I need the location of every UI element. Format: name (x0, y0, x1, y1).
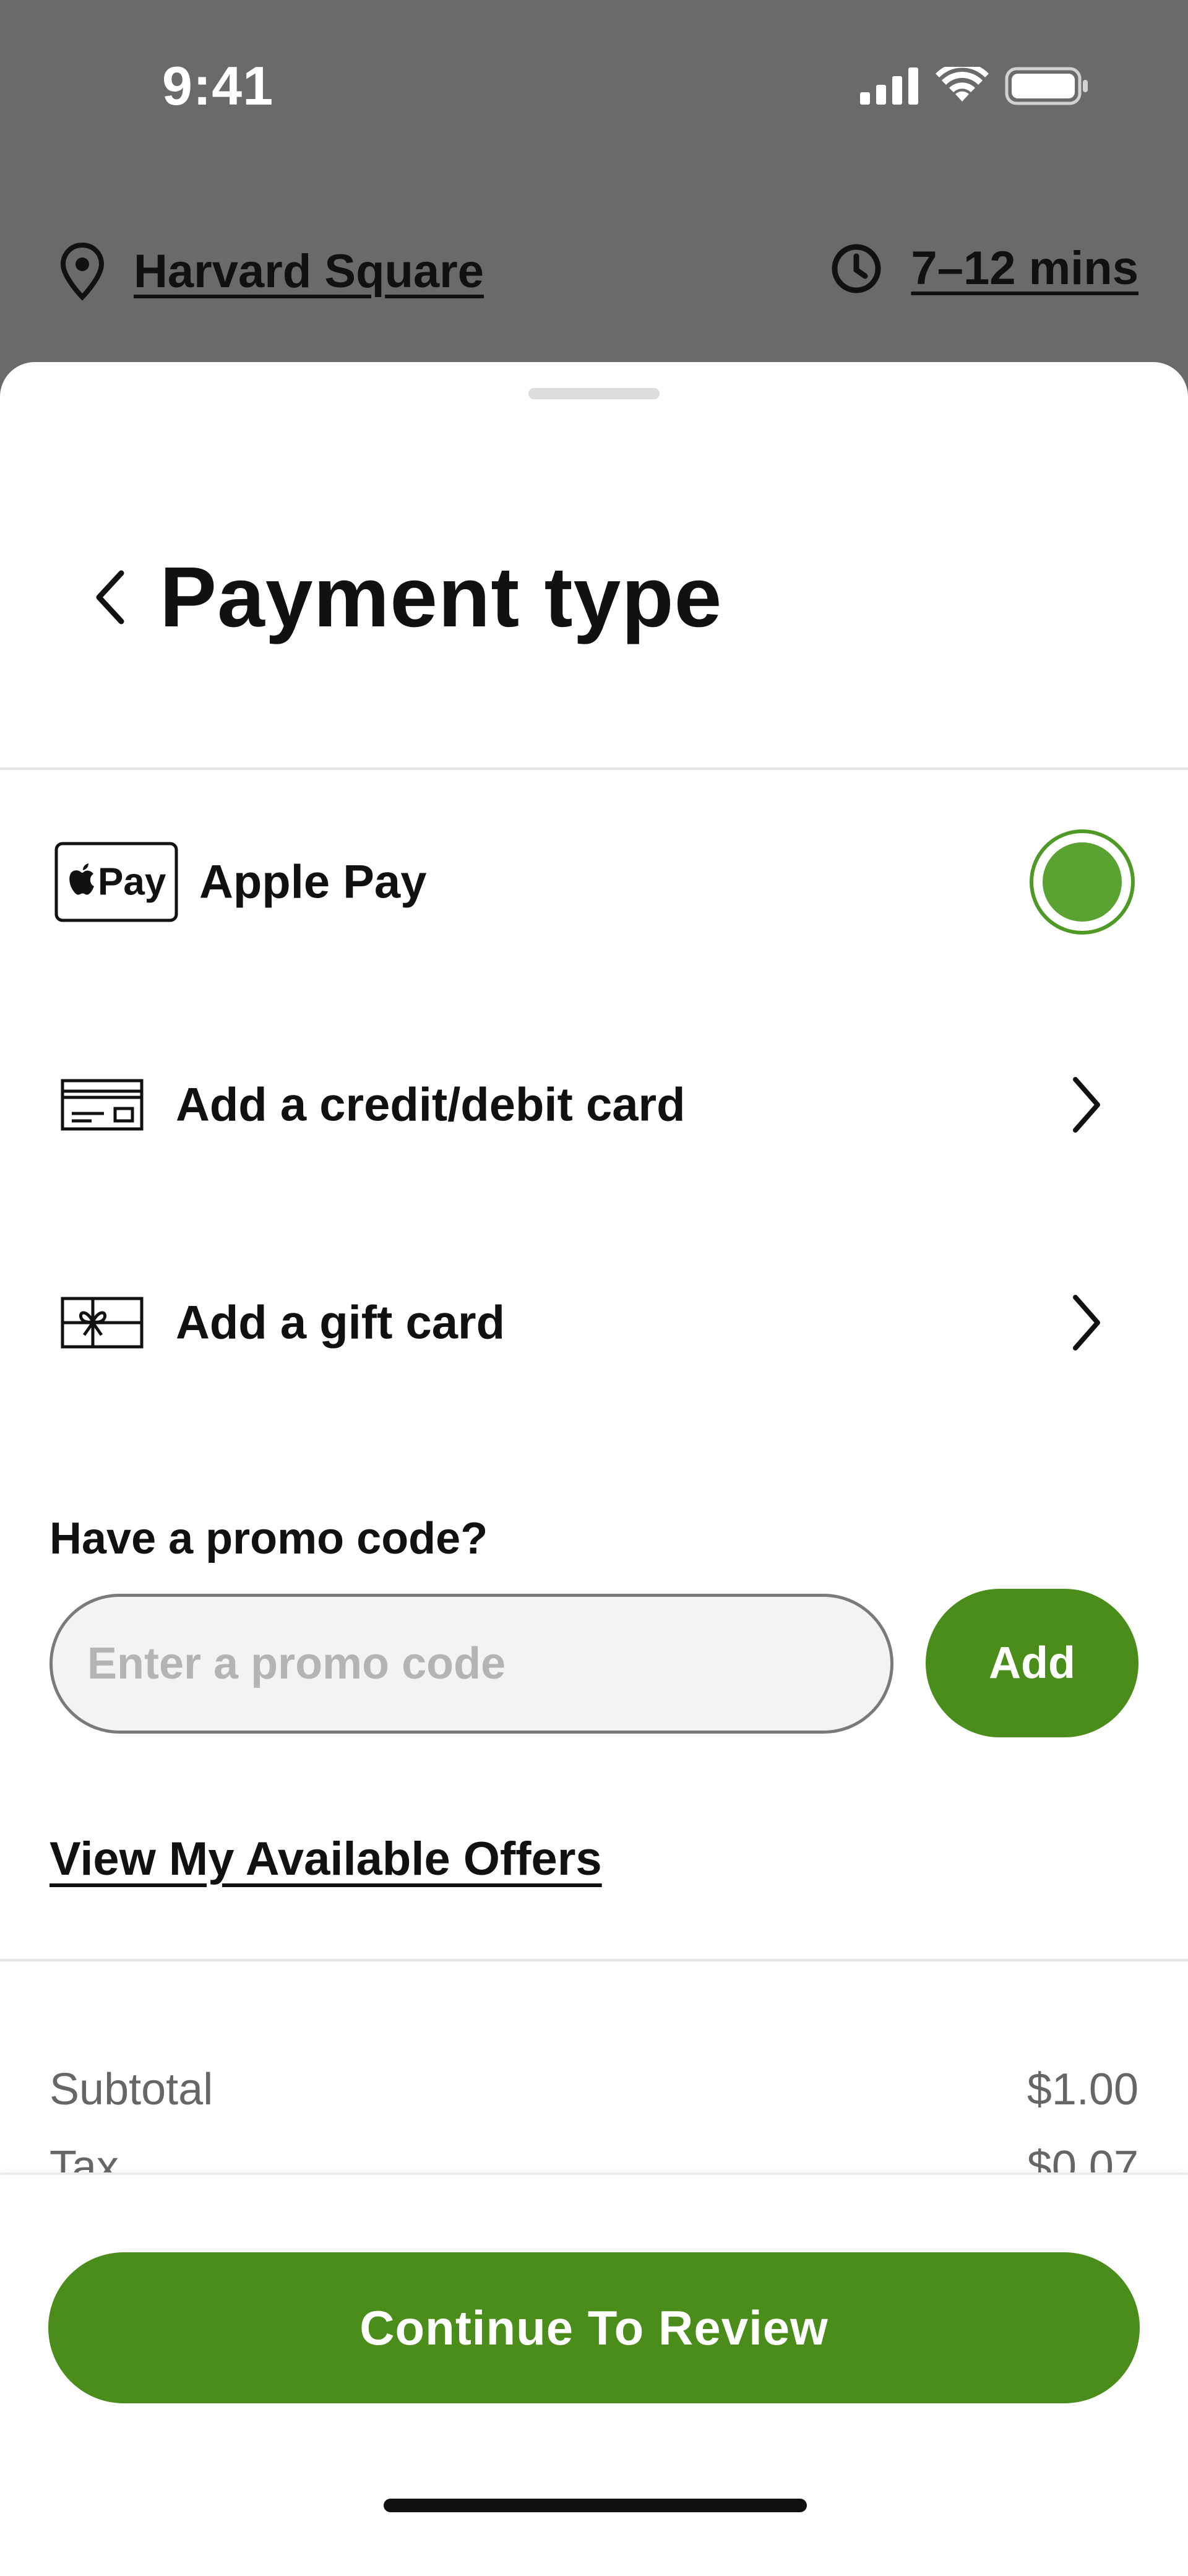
wait-time[interactable]: 7–12 mins (830, 241, 1138, 295)
payment-sheet: Payment type Pay Apple Pay Add a credit/… (0, 362, 1188, 2576)
sheet-header: Payment type (0, 542, 1188, 653)
chevron-right-icon (1073, 1295, 1100, 1351)
page-title: Payment type (160, 550, 723, 645)
sticky-footer: Continue To Review (0, 2172, 1188, 2576)
gift-card-label: Add a gift card (176, 1296, 506, 1349)
wifi-icon (936, 67, 989, 102)
apple-pay-badge-text: Pay (98, 860, 166, 904)
promo-heading: Have a promo code? (50, 1514, 488, 1563)
store-name-link[interactable]: Harvard Square (134, 244, 484, 298)
status-bar: 9:41 (0, 0, 1188, 161)
sheet-grabber[interactable] (528, 388, 660, 399)
map-pin-icon (60, 242, 105, 301)
cellular-signal-icon (860, 67, 918, 105)
location-bar: Harvard Square 7–12 mins (0, 241, 1188, 334)
tax-label: Tax (50, 2142, 119, 2176)
radio-selected-dot (1043, 842, 1122, 922)
totals-divider (0, 1959, 1188, 1961)
promo-add-button[interactable]: Add (926, 1589, 1138, 1737)
subtotal-label: Subtotal (50, 2065, 213, 2114)
home-indicator (384, 2499, 807, 2512)
store-location[interactable]: Harvard Square (59, 241, 484, 301)
status-time: 9:41 (162, 55, 274, 116)
promo-code-input[interactable] (50, 1594, 893, 1734)
gift-card-icon (61, 1297, 144, 1349)
tax-row: Tax $0.07 (50, 2142, 1138, 2176)
clock-icon (832, 244, 881, 293)
apple-pay-label: Apple Pay (199, 855, 427, 909)
wait-time-link[interactable]: 7–12 mins (911, 241, 1138, 295)
credit-card-label: Add a credit/debit card (176, 1078, 686, 1131)
view-offers-link[interactable]: View My Available Offers (50, 1832, 602, 1886)
status-icons (860, 67, 1089, 105)
tax-value: $0.07 (1027, 2142, 1138, 2176)
chevron-left-icon (96, 570, 124, 625)
header-divider (0, 767, 1188, 770)
order-totals: Subtotal $1.00 Tax $0.07 (0, 2033, 1188, 2176)
battery-icon (1005, 67, 1088, 105)
back-button[interactable] (74, 542, 148, 653)
credit-card-icon (61, 1079, 144, 1131)
payment-option-apple-pay[interactable]: Pay Apple Pay (0, 808, 1188, 956)
chevron-right-icon (1073, 1077, 1100, 1133)
subtotal-row: Subtotal $1.00 (50, 2064, 1138, 2115)
payment-option-credit-card[interactable]: Add a credit/debit card (0, 1031, 1188, 1179)
continue-to-review-button[interactable]: Continue To Review (48, 2252, 1140, 2403)
subtotal-value: $1.00 (1027, 2065, 1138, 2114)
payment-option-gift-card[interactable]: Add a gift card (0, 1248, 1188, 1397)
apple-pay-radio[interactable] (1030, 829, 1135, 935)
